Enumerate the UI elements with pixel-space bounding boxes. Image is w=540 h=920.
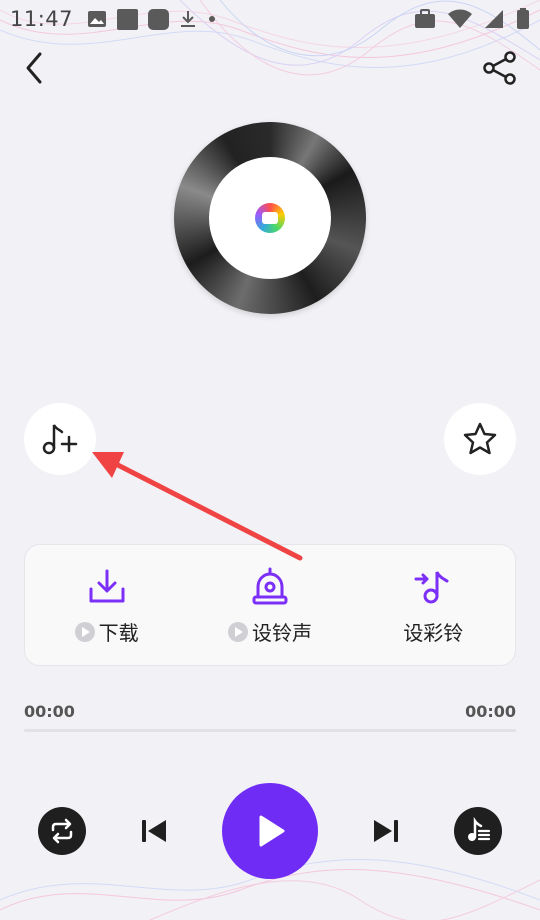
top-navigation [0, 44, 540, 94]
total-time: 00:00 [465, 702, 516, 721]
download-tray-icon [89, 569, 125, 603]
time-row: 00:00 00:00 [24, 702, 516, 721]
set-ringtone-label: 设铃声 [251, 621, 312, 645]
music-note-arrow-icon [414, 571, 449, 604]
skip-next-icon [374, 820, 398, 842]
app-logo-icon [255, 203, 285, 233]
actions-card: 下载 设铃声 设彩铃 [24, 544, 516, 666]
playlist-icon [468, 817, 491, 841]
current-time: 00:00 [24, 702, 75, 721]
image-icon [88, 11, 107, 27]
previous-track-button[interactable] [136, 813, 172, 849]
alarm-bell-icon [252, 567, 288, 605]
video-badge-icon [227, 621, 248, 642]
music-note-plus-icon [42, 424, 78, 455]
signal-icon [485, 10, 503, 28]
download-action[interactable]: 下载 [25, 545, 188, 665]
status-notification-icons [87, 8, 217, 30]
playback-controls [0, 783, 540, 879]
wifi-icon [448, 9, 472, 28]
download-label: 下载 [98, 621, 139, 645]
rounded-square-icon [148, 8, 170, 30]
dot-icon [209, 16, 216, 22]
vinyl-record-disc [174, 122, 366, 314]
play-icon [259, 815, 285, 847]
briefcase-icon [415, 9, 435, 28]
set-ringtone-action[interactable]: 设铃声 [188, 545, 351, 665]
disc-label [209, 157, 331, 279]
chevron-left-icon [26, 52, 42, 84]
repeat-icon [51, 818, 73, 844]
loop-button[interactable] [38, 807, 86, 855]
share-icon [483, 51, 516, 85]
share-button[interactable] [482, 50, 518, 86]
status-bar: 11:47 [0, 0, 540, 38]
favorite-button[interactable] [444, 403, 516, 475]
status-system-icons [414, 8, 530, 30]
playlist-button[interactable] [454, 807, 502, 855]
next-track-button[interactable] [368, 813, 404, 849]
progress-bar[interactable] [24, 729, 516, 732]
set-caller-ringtone-action[interactable]: 设彩铃 [352, 545, 515, 665]
battery-icon [517, 8, 529, 29]
star-icon [463, 422, 497, 455]
play-button[interactable] [222, 783, 318, 879]
square-icon [117, 8, 139, 30]
set-caller-ringtone-label: 设彩铃 [403, 621, 464, 645]
download-icon [181, 11, 196, 27]
video-badge-icon [74, 621, 95, 642]
status-time: 11:47 [10, 7, 74, 31]
add-to-playlist-button[interactable] [24, 403, 96, 475]
back-button[interactable] [20, 50, 50, 86]
skip-previous-icon [142, 820, 166, 842]
